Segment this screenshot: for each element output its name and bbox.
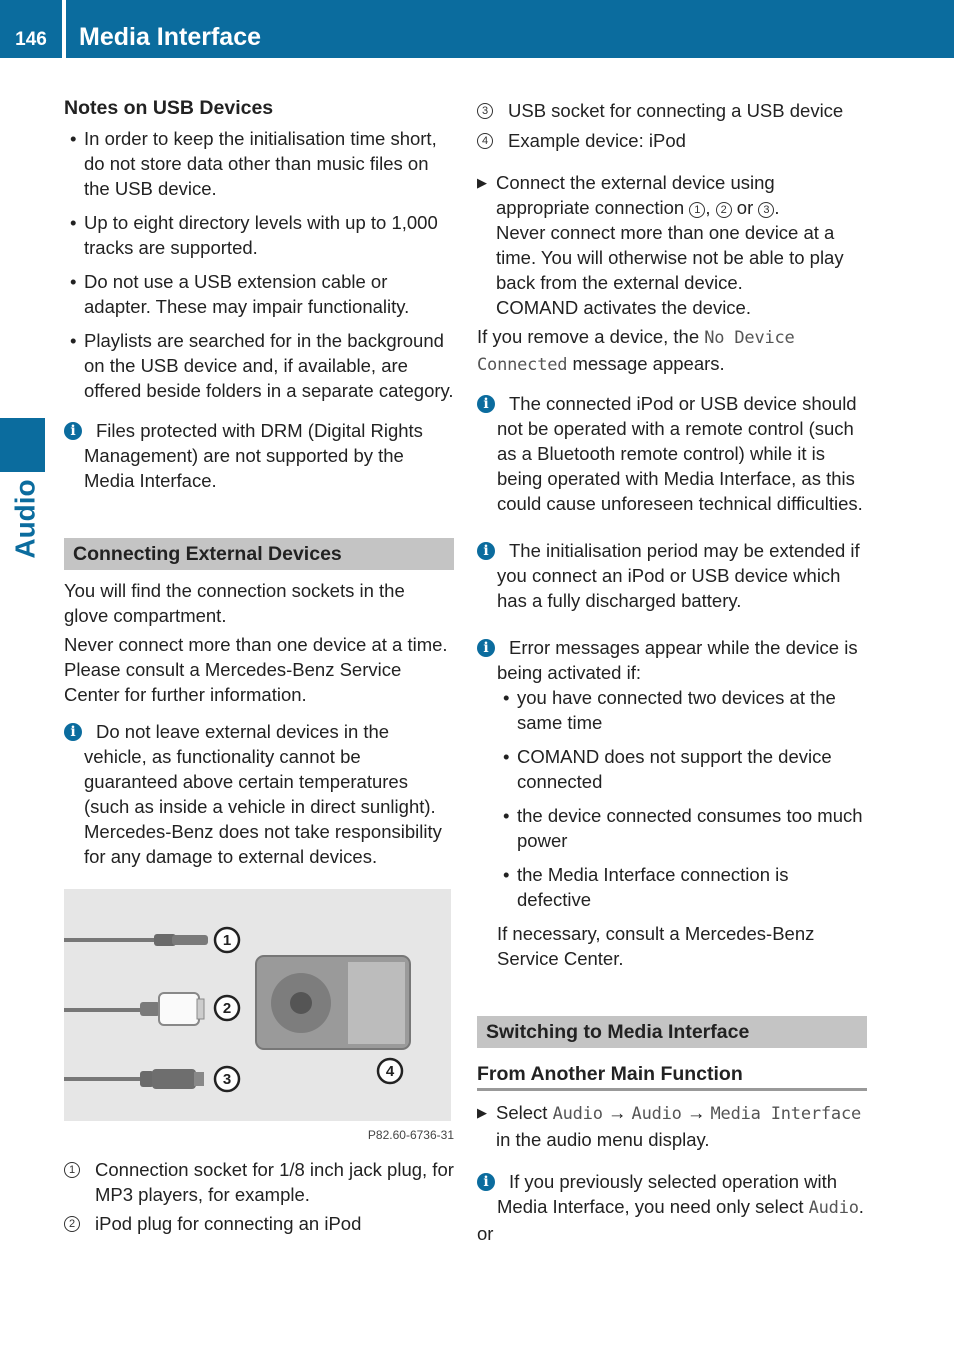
connection-figure: 1 2 3 4: [64, 889, 451, 1121]
legend-item: 3 USB socket for connecting a USB device: [477, 98, 867, 123]
list-item: • Up to eight directory levels with up to…: [70, 212, 438, 258]
bullet-icon: •: [70, 212, 77, 233]
paragraph-consult: If necessary, consult a Mercedes-Benz Se…: [497, 923, 815, 969]
number-circle-icon: 1: [64, 1162, 80, 1178]
info-note-temperature: i Do not leave external devices in the v…: [64, 719, 454, 869]
number-circle-icon: 3: [758, 202, 775, 218]
legend-item: 2 iPod plug for connecting an iPod: [64, 1211, 454, 1236]
list-item: • the Media Interface connection is defec…: [503, 864, 789, 910]
ipod-cable: [64, 992, 205, 1026]
jack-cable: [64, 934, 208, 946]
info-note-initialisation: i The initialisation period may be exten…: [477, 538, 867, 613]
number-circle-icon: 3: [477, 103, 493, 119]
list-item: • Playlists are searched for in the backg…: [70, 330, 454, 401]
menu-path-item: Audio: [552, 1104, 603, 1124]
list-item: • the device connected consumes too much …: [503, 805, 863, 851]
chapter-title: Media Interface: [79, 23, 262, 51]
ipod-device: [255, 955, 411, 1050]
info-icon: i: [477, 395, 495, 413]
connectors-illustration: 1 2 3 4: [64, 926, 411, 1093]
page-header: 146 Media Interface: [0, 0, 954, 58]
right-column: 3 USB socket for connecting a USB device…: [477, 98, 867, 1246]
info-icon: i: [64, 422, 82, 440]
info-icon: i: [64, 723, 82, 741]
bullet-icon: •: [70, 271, 77, 292]
figure-caption: P82.60-6736-31: [367, 1128, 454, 1142]
callout-3-label: 3: [223, 1071, 231, 1088]
side-tab-marker: [0, 418, 45, 472]
legend-item: 1 Connection socket for 1/8 inch jack pl…: [64, 1157, 454, 1207]
list-item: • COMAND does not support the device conn…: [503, 746, 832, 792]
bullet-icon: •: [503, 746, 510, 767]
number-circle-icon: 2: [715, 202, 732, 218]
number-circle-icon: 4: [477, 133, 493, 149]
callout-4-label: 4: [386, 1063, 395, 1080]
callout-1-label: 1: [223, 932, 231, 949]
number-circle-icon: 2: [64, 1216, 80, 1232]
bullet-icon: •: [503, 864, 510, 885]
section-heading-switching: Switching to Media Interface: [477, 1016, 867, 1048]
section-heading-connecting: Connecting External Devices: [64, 538, 454, 570]
usb-cable: [64, 1069, 204, 1089]
paragraph-remove-device: If you remove a device, the No Device Co…: [477, 326, 795, 375]
paragraph: You will find the connection sockets in …: [64, 580, 405, 626]
step-arrow-icon: ▶: [477, 175, 487, 190]
bullet-icon: •: [503, 805, 510, 826]
left-column: Notes on USB Devices • In order to keep t…: [64, 94, 454, 1236]
info-icon: i: [477, 542, 495, 560]
paragraph: Never connect more than one device at a …: [64, 634, 448, 705]
callout-2-label: 2: [223, 1000, 231, 1017]
info-note-errors: i Error messages appear while the device…: [477, 635, 867, 971]
header-divider: [62, 0, 66, 58]
info-icon: i: [477, 1173, 495, 1191]
display-text: Audio: [808, 1198, 859, 1218]
step-arrow-icon: ▶: [477, 1105, 487, 1120]
instruction-step: ▶ Connect the external device using appr…: [477, 172, 844, 318]
bullet-icon: •: [70, 330, 77, 351]
subheading-another-function: From Another Main Function: [477, 1060, 867, 1091]
or-text: or: [477, 1223, 494, 1244]
info-icon: i: [477, 639, 495, 657]
info-note-previous: i If you previously selected operation w…: [477, 1169, 867, 1221]
bullet-icon: •: [503, 687, 510, 708]
menu-path-item: Audio: [631, 1104, 682, 1124]
notes-heading: Notes on USB Devices: [64, 97, 274, 119]
info-note-drm: i Files protected with DRM (Digital Righ…: [64, 418, 454, 493]
menu-path-item: Media Interface: [710, 1104, 862, 1124]
list-item: • In order to keep the initialisation tim…: [70, 128, 437, 199]
bullet-icon: •: [70, 128, 77, 149]
instruction-step: ▶ Select Audio → Audio → Media Interface…: [477, 1102, 862, 1150]
page-number: 146: [15, 29, 47, 50]
side-tab-label: Audio: [9, 479, 41, 559]
number-circle-icon: 1: [689, 202, 706, 218]
info-note-remote: i The connected iPod or USB device shoul…: [477, 391, 867, 516]
legend-item: 4 Example device: iPod: [477, 128, 867, 153]
list-item: • you have connected two devices at the s…: [503, 687, 836, 733]
list-item: • Do not use a USB extension cable or ada…: [70, 271, 410, 317]
